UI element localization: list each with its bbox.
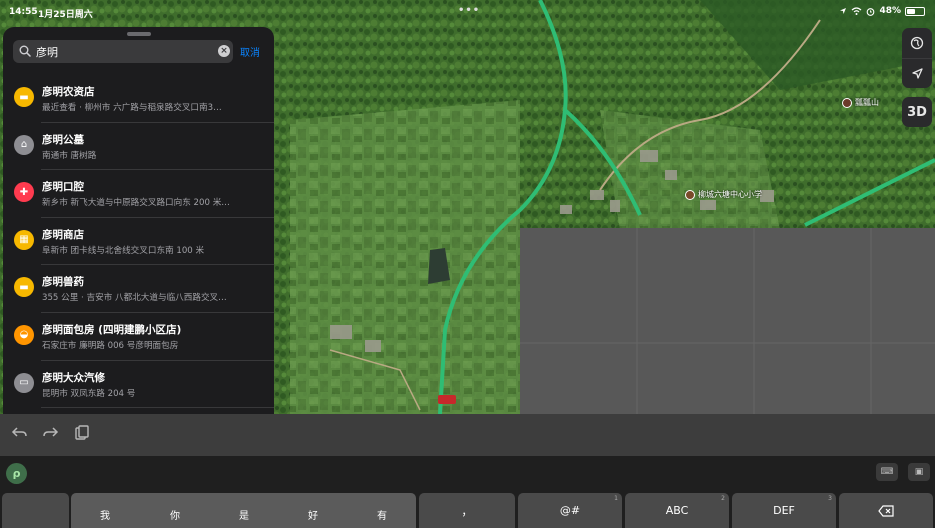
status-time: 14:55 xyxy=(9,7,38,17)
keyboard-hide-icon[interactable]: ▣ xyxy=(908,463,930,481)
candidate-word[interactable]: 我 xyxy=(100,507,110,522)
key-comma[interactable]: ， xyxy=(419,493,515,528)
school-icon xyxy=(685,189,695,200)
alarm-icon xyxy=(867,7,875,16)
key-label: ABC xyxy=(665,504,689,517)
store-icon: ▬ xyxy=(14,87,34,107)
candidate-word[interactable]: 有 xyxy=(377,507,387,522)
result-title: 彦明口腔 xyxy=(42,181,84,194)
key-number: 1 xyxy=(614,495,618,502)
result-row[interactable]: ▭ 彦明大众汽修昆明市 双凤东路 204 号 xyxy=(3,361,274,409)
result-title: 彦明商店 xyxy=(42,228,84,241)
result-subtitle: 355 公里 · 吉安市 八都北大道与临八西路交叉… xyxy=(42,293,227,304)
status-date: 1月25日周六 xyxy=(38,10,93,20)
result-subtitle: 最近查看 · 柳州市 六广路与稻泉路交叉口南3… xyxy=(42,103,222,113)
key-number: 2 xyxy=(721,495,725,502)
cemetery-icon: ⌂ xyxy=(14,134,34,155)
medical-icon: ✚ xyxy=(14,182,34,203)
result-row[interactable]: ⌂ 彦明公墓南通市 唐树路 xyxy=(3,123,274,171)
keyboard-switch-icon[interactable]: ⌨ xyxy=(876,463,898,481)
result-row[interactable]: ◒ 彦明面包房 (四明建鹏小区店) 石家庄市 廉明路 006 号彦明面包房 xyxy=(3,313,274,361)
wifi-icon xyxy=(852,7,862,15)
result-title: 彦明兽药 xyxy=(42,276,84,289)
result-title: 彦明公墓 xyxy=(42,133,84,146)
car-repair-icon: ▭ xyxy=(14,372,34,393)
battery-fill xyxy=(907,8,915,14)
panel-grabber[interactable] xyxy=(127,32,151,36)
result-title: 彦明农资店 xyxy=(42,86,95,98)
3d-button[interactable]: 3D xyxy=(902,97,932,127)
store-icon: ▬ xyxy=(14,277,34,298)
search-bar[interactable]: × xyxy=(13,40,233,63)
candidate-bar: 我 你 是 好 有 xyxy=(71,493,416,528)
key-label: DEF xyxy=(773,504,795,517)
key-blank[interactable] xyxy=(2,493,69,528)
locate-button[interactable] xyxy=(902,58,932,88)
delete-key[interactable] xyxy=(839,493,933,528)
candidate-word[interactable]: 你 xyxy=(170,507,180,522)
clear-icon[interactable]: × xyxy=(218,45,230,57)
result-subtitle: 新乡市 新飞大道与中原路交叉路口向东 200 米… xyxy=(42,198,230,209)
poi-label: 柳城六塘中心小学 xyxy=(698,190,762,199)
result-row[interactable]: ▦ 彦明商店阜新市 团卡线与北舍线交叉口东南 100 米 xyxy=(3,218,274,266)
result-subtitle: 石家庄市 廉明路 006 号彦明面包房 xyxy=(42,340,179,351)
location-arrow-icon xyxy=(911,68,923,79)
multitask-dots-icon[interactable]: ••• xyxy=(458,5,480,16)
delete-icon xyxy=(877,504,894,517)
result-subtitle: 昆明市 双凤东路 204 号 xyxy=(42,388,136,399)
g323-shield xyxy=(438,395,456,404)
keyboard: ρ ⌨ ▣ 我 你 是 好 有 ， @# 1 ABC 2 DEF 3 xyxy=(0,456,935,528)
key-label: ， xyxy=(461,504,473,518)
result-title: 彦明大众汽修 xyxy=(42,371,105,384)
battery-percent: 48% xyxy=(879,6,901,16)
bakery-icon: ◒ xyxy=(14,324,34,345)
result-title: 彦明面包房 (四明建鹏小区店) xyxy=(42,323,182,336)
candidate-word[interactable]: 好 xyxy=(308,507,318,522)
result-subtitle: 阜新市 团卡线与北舍线交叉口东南 100 米 xyxy=(42,245,205,256)
key-label: @# xyxy=(559,504,581,517)
search-panel: × 取消 ▬ 彦明农资店最近查看 · 柳州市 六广路与稻泉路交叉口南3… ⌂ 彦明公墓… xyxy=(3,27,274,417)
status-icons: 48% xyxy=(839,6,925,16)
result-row[interactable]: ✚ 彦明口腔新乡市 新飞大道与中原路交叉路口向东 200 米… xyxy=(3,170,274,218)
key-def[interactable]: DEF 3 xyxy=(732,493,836,528)
redo-icon[interactable] xyxy=(42,424,59,441)
battery-icon xyxy=(905,6,925,16)
location-icon xyxy=(840,8,847,14)
globe-icon xyxy=(910,36,924,50)
shop-icon: ▦ xyxy=(14,229,34,250)
poi-school[interactable]: 柳城六塘中心小学 xyxy=(685,189,762,200)
keyboard-toolbar xyxy=(0,414,935,456)
result-row[interactable]: ▬ 彦明兽药 355 公里 · 吉安市 八都北大道与临八西路交叉… xyxy=(3,265,274,313)
candidate-word[interactable]: 是 xyxy=(239,507,249,522)
mountain-icon xyxy=(842,97,852,108)
search-icon xyxy=(19,45,31,57)
status-bar: 14:55 1月25日周六 ••• 48% xyxy=(0,0,935,24)
search-input[interactable] xyxy=(36,40,216,63)
poi-label: 瓢瓢山 xyxy=(855,98,879,107)
key-symbols[interactable]: @# 1 xyxy=(518,493,622,528)
poi-mountain[interactable]: 瓢瓢山 xyxy=(842,97,879,108)
globe-button[interactable] xyxy=(902,28,932,58)
result-subtitle: 南通市 唐树路 xyxy=(42,150,97,161)
ime-logo-icon[interactable]: ρ xyxy=(6,463,27,484)
undo-icon[interactable] xyxy=(11,424,28,441)
clipboard-icon[interactable] xyxy=(73,424,90,441)
key-number: 3 xyxy=(828,495,832,502)
result-row[interactable]: ▬ 彦明农资店最近查看 · 柳州市 六广路与稻泉路交叉口南3… xyxy=(3,75,274,123)
cancel-button[interactable]: 取消 xyxy=(240,44,260,59)
results-list: ▬ 彦明农资店最近查看 · 柳州市 六广路与稻泉路交叉口南3… ⌂ 彦明公墓南通市 唐… xyxy=(3,75,274,408)
key-abc[interactable]: ABC 2 xyxy=(625,493,729,528)
